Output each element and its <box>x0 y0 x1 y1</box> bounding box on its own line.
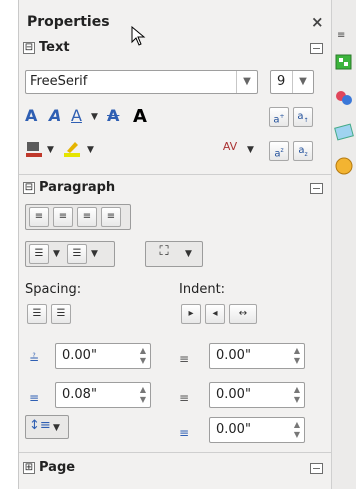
chevron-down-icon[interactable]: ▼ <box>87 145 94 155</box>
chevron-down-icon[interactable]: ▼ <box>91 249 98 259</box>
font-size-value: 9 <box>277 74 286 89</box>
page-section-header[interactable]: ⊞ Page <box>19 460 331 478</box>
font-size-combo[interactable]: 9 ▼ <box>270 70 314 94</box>
spin-arrows-icon[interactable]: ▲ ▼ <box>294 385 300 405</box>
decrease-spacing-icon[interactable]: ☰ <box>51 304 71 324</box>
above-spacing-field[interactable]: 0.00" ▲ ▼ <box>55 343 151 369</box>
more-options-icon[interactable] <box>310 43 323 54</box>
first-line-indent-field[interactable]: 0.00" ▲ ▼ <box>209 417 305 443</box>
text-shadow-icon[interactable]: A <box>133 106 147 127</box>
highlight-color-icon[interactable] <box>25 140 45 158</box>
close-button[interactable]: × <box>311 13 324 31</box>
more-options-icon[interactable] <box>310 463 323 474</box>
align-justify-icon[interactable]: ≡ <box>101 207 121 227</box>
align-right-icon[interactable]: ≡ <box>77 207 97 227</box>
after-indent-field[interactable]: 0.00" ▲ ▼ <box>209 382 305 408</box>
chevron-down-icon[interactable]: ▼ <box>53 423 60 433</box>
before-indent-field[interactable]: 0.00" ▲ ▼ <box>209 343 305 369</box>
font-color-icon[interactable] <box>63 140 83 158</box>
text-section-title: Text <box>39 40 70 55</box>
first-line-indent-value: 0.00" <box>216 422 251 437</box>
chevron-down-icon[interactable]: ▼ <box>185 249 192 259</box>
paragraph-section-header[interactable]: ⊟ Paragraph <box>19 180 331 198</box>
properties-panel: Properties × ⊟ Text FreeSerif ▼ 9 ▼ A A … <box>18 0 332 489</box>
more-options-icon[interactable] <box>310 183 323 194</box>
bullet-list-icon[interactable]: ☰ <box>29 244 49 264</box>
after-indent-icon: ≡ <box>179 391 190 405</box>
chevron-down-icon[interactable]: ▼ <box>292 71 313 93</box>
above-spacing-icon: ≟ <box>29 352 40 366</box>
below-spacing-value: 0.08" <box>62 387 97 402</box>
spin-arrows-icon[interactable]: ▲ ▼ <box>140 385 146 405</box>
align-left-icon[interactable]: ≡ <box>29 207 49 227</box>
below-spacing-icon: ≡ <box>29 391 40 405</box>
spin-arrows-icon[interactable]: ▲ ▼ <box>294 420 300 440</box>
character-spacing-icon[interactable]: AV <box>219 140 241 158</box>
expand-icon[interactable]: ⊞ <box>23 462 35 474</box>
font-name-combo[interactable]: FreeSerif ▼ <box>25 70 258 94</box>
spacing-label: Spacing: <box>25 282 82 297</box>
indent-label: Indent: <box>179 282 226 297</box>
properties-tab-icon[interactable] <box>334 52 354 72</box>
subscript-icon[interactable]: a↑ <box>293 107 313 127</box>
separator <box>19 174 331 175</box>
shrink-font-icon[interactable]: az <box>293 141 313 161</box>
sidebar-tab-bar: ≡ <box>331 0 356 489</box>
spin-arrows-icon[interactable]: ▲ ▼ <box>294 346 300 366</box>
panel-title: Properties <box>27 14 110 30</box>
background-color-icon[interactable]: ⛶ <box>149 244 179 262</box>
below-spacing-field[interactable]: 0.08" ▲ ▼ <box>55 382 151 408</box>
separator <box>19 452 331 453</box>
before-indent-value: 0.00" <box>216 348 251 363</box>
before-indent-icon: ≡ <box>179 352 190 366</box>
decrease-indent-icon[interactable]: ◂ <box>205 304 225 324</box>
outline-icon[interactable]: A <box>25 106 37 125</box>
collapse-icon[interactable]: ⊟ <box>23 182 35 194</box>
compass-tab-icon[interactable] <box>334 156 354 176</box>
above-spacing-value: 0.00" <box>62 348 97 363</box>
line-spacing-icon[interactable]: ↕≡ <box>29 418 51 433</box>
shadow-icon[interactable]: A <box>49 106 61 125</box>
gallery-tab-icon[interactable] <box>334 88 354 108</box>
left-margin <box>0 0 17 489</box>
align-center-icon[interactable]: ≡ <box>53 207 73 227</box>
page-section-title: Page <box>39 460 76 475</box>
collapse-icon[interactable]: ⊟ <box>23 42 35 54</box>
first-line-indent-icon: ≡ <box>179 426 190 440</box>
navigator-tab-icon[interactable] <box>334 122 354 142</box>
numbered-list-icon[interactable]: ☰ <box>67 244 87 264</box>
superscript-icon[interactable]: a+ <box>269 107 289 127</box>
paragraph-section-title: Paragraph <box>39 180 116 195</box>
chevron-down-icon[interactable]: ▼ <box>236 71 257 93</box>
chevron-down-icon[interactable]: ▼ <box>247 145 254 155</box>
grow-font-icon[interactable]: az <box>269 141 289 161</box>
text-section-header[interactable]: ⊟ Text <box>19 40 331 58</box>
increase-spacing-icon[interactable]: ☰ <box>27 304 47 324</box>
increase-indent-icon[interactable]: ▸ <box>181 304 201 324</box>
strikethrough-icon[interactable]: A <box>107 106 119 125</box>
after-indent-value: 0.00" <box>216 387 251 402</box>
menu-icon[interactable]: ≡ <box>337 30 345 41</box>
underline-icon[interactable]: A <box>71 106 82 125</box>
chevron-down-icon[interactable]: ▼ <box>53 249 60 259</box>
hanging-indent-icon[interactable]: ↔ <box>229 304 257 324</box>
spin-arrows-icon[interactable]: ▲ ▼ <box>140 346 146 366</box>
chevron-down-icon[interactable]: ▼ <box>47 145 54 155</box>
font-name-value: FreeSerif <box>30 74 88 89</box>
chevron-down-icon[interactable]: ▼ <box>91 112 98 122</box>
